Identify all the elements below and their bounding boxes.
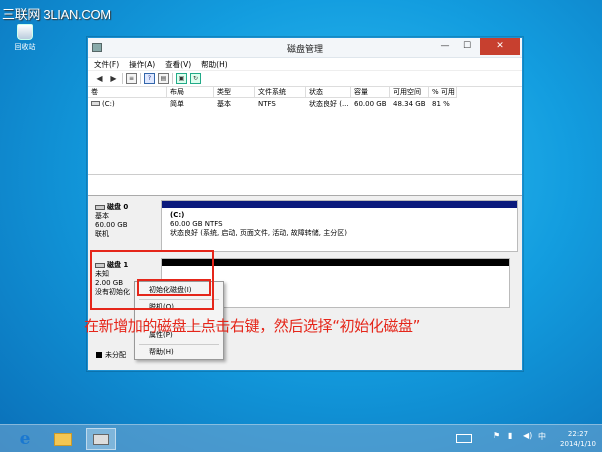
action-center-flag-icon[interactable]: ⚑ [493,431,500,440]
col-type[interactable]: 类型 [214,87,255,98]
col-volume[interactable]: 卷 [88,87,167,98]
menu-separator [139,344,219,345]
partition-detail: 60.00 GB NTFS [170,220,223,228]
disk-0-status: 联机 [95,230,109,238]
annotation-box-menu-item [137,279,211,296]
cell-volume: (C:) [88,100,167,108]
table-row[interactable]: (C:) 简单 基本 NTFS 状态良好 (... 60.00 GB 48.34… [88,98,522,109]
cell-layout: 简单 [170,99,184,108]
drive-icon [91,101,100,106]
col-filesystem[interactable]: 文件系统 [255,87,306,98]
minimize-button[interactable]: — [434,38,456,55]
disk-0-type: 基本 [95,212,109,220]
disk-management-icon [93,434,109,445]
legend: 未分配 [96,350,126,360]
cell-percent-free: 81 % [432,99,450,108]
menu-view[interactable]: 查看(V) [165,59,191,70]
partition-status: 状态良好 (系统, 启动, 页面文件, 活动, 故障转储, 主分区) [170,229,347,237]
legend-unallocated: 未分配 [105,351,126,359]
col-layout[interactable]: 布局 [167,87,214,98]
recycle-bin-label: 回收站 [14,43,36,51]
cell-status: 状态良好 (... [309,99,349,108]
properties-icon[interactable]: ▣ [176,73,187,84]
disk-0-label[interactable]: 磁盘 0 基本 60.00 GB 联机 [92,200,158,252]
refresh-icon[interactable]: ↻ [190,73,201,84]
back-arrow-icon[interactable]: ◀ [94,73,105,84]
maximize-button[interactable]: ☐ [456,38,478,55]
disk-0-size: 60.00 GB [95,221,128,229]
clock-time: 22:27 [567,430,589,438]
close-button[interactable]: ✕ [480,38,520,55]
menu-help[interactable]: 帮助(H) [201,59,228,70]
file-explorer-button[interactable] [48,428,78,450]
input-language-indicator[interactable]: 中 [538,431,546,442]
recycle-bin-icon [17,24,33,40]
disk-0-row: 磁盘 0 基本 60.00 GB 联机 (C:) 60.00 GB NTFS 状… [92,200,518,252]
menu-action[interactable]: 操作(A) [129,59,155,70]
cell-filesystem: NTFS [258,99,276,108]
clock[interactable]: 22:27 2014/1/10 [557,429,599,449]
partition-name: (C:) [170,211,185,219]
disk-0-name: 磁盘 0 [107,203,129,211]
internet-explorer-icon[interactable]: e [10,428,40,450]
volume-name: (C:) [102,99,115,108]
volume-table-header: 卷 布局 类型 文件系统 状态 容量 可用空间 % 可用 [88,87,522,98]
primary-partition-bar [162,201,517,208]
taskbar: e ⚑ ▮ ◀) 中 22:27 2014/1/10 [0,424,602,452]
clock-date: 2014/1/10 [560,440,596,448]
toolbar-separator [122,73,123,84]
toolbar-separator [140,73,141,84]
keyboard-icon[interactable] [456,434,472,443]
partition-c[interactable]: (C:) 60.00 GB NTFS 状态良好 (系统, 启动, 页面文件, 活… [161,200,518,252]
watermark: 三联网 3LIAN.COM [2,7,111,22]
menu-bar: 文件(F) 操作(A) 查看(V) 帮助(H) [88,58,522,71]
volume-table: 卷 布局 类型 文件系统 状态 容量 可用空间 % 可用 (C:) 简单 基本 … [88,87,522,175]
list-view-icon[interactable]: ≡ [126,73,137,84]
col-percent-free[interactable]: % 可用 [429,87,457,98]
disk-icon [95,204,105,210]
cell-type: 基本 [217,99,231,108]
help-icon[interactable]: ? [144,73,155,84]
forward-arrow-icon[interactable]: ▶ [108,73,119,84]
console-view-icon[interactable]: ▤ [158,73,169,84]
menu-item-help[interactable]: 帮助(H) [149,347,174,358]
title-bar[interactable]: 磁盘管理 — ☐ ✕ [88,38,522,58]
toolbar: ◀ ▶ ≡ ? ▤ ▣ ↻ [88,71,522,87]
unallocated-swatch [96,352,102,358]
cell-free-space: 48.34 GB [393,99,426,108]
annotation-text: 在新增加的磁盘上点击右键，然后选择“初始化磁盘” [84,317,420,335]
recycle-bin-desktop-icon[interactable]: 回收站 [8,24,42,52]
network-icon[interactable]: ▮ [508,431,512,440]
menu-file[interactable]: 文件(F) [94,59,119,70]
col-status[interactable]: 状态 [306,87,351,98]
cell-capacity: 60.00 GB [354,99,387,108]
col-capacity[interactable]: 容量 [351,87,390,98]
unallocated-bar [162,259,509,266]
col-free-space[interactable]: 可用空间 [390,87,429,98]
toolbar-separator [172,73,173,84]
folder-icon [54,433,72,446]
volume-icon[interactable]: ◀) [523,431,532,440]
disk-management-taskbar-button[interactable] [86,428,116,450]
